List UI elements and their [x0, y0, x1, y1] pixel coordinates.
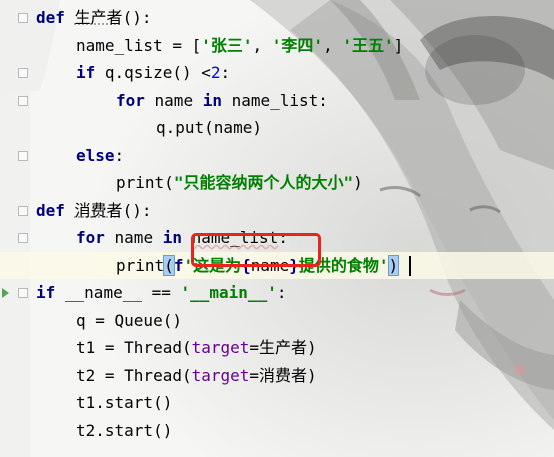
code-token: 生产者	[74, 8, 123, 27]
code-token: "只能容纳两个人的大小"	[173, 173, 354, 192]
fold-icon[interactable]	[18, 68, 28, 78]
code-line[interactable]: name_list = ['张三', '李四', '王五']	[0, 32, 554, 60]
code-token: q = Queue()	[76, 310, 182, 330]
code-line[interactable]: q.put(name)	[0, 114, 554, 142]
code-token: q.put(name)	[156, 118, 262, 137]
code-token: ():	[122, 200, 152, 220]
code-line[interactable]: for name in name_list:	[0, 87, 554, 115]
code-token: name_list:	[221, 90, 328, 110]
code-token: for	[116, 90, 145, 110]
code-token: ():	[122, 8, 152, 27]
code-line[interactable]: if q.qsize() <2:	[0, 59, 554, 87]
code-token: name	[144, 90, 203, 110]
code-token: (	[163, 254, 175, 276]
code-line-text: t2 = Thread(target=消费者)	[76, 362, 317, 390]
code-token: ]	[393, 35, 404, 55]
code-line[interactable]: t1.start()	[0, 389, 554, 417]
fold-icon[interactable]	[18, 233, 28, 243]
fold-icon[interactable]	[18, 288, 28, 298]
code-line[interactable]: def 生产者():	[0, 4, 554, 32]
code-token: f	[173, 255, 184, 275]
fold-icon[interactable]	[18, 150, 28, 161]
code-token: (	[164, 173, 174, 192]
code-editor[interactable]: def 生产者(): name_list = ['张三', '李四', '王五']…	[0, 0, 554, 457]
code-token: print	[116, 255, 165, 275]
code-line[interactable]: t2.start()	[0, 417, 554, 445]
annotation-highlight-box	[191, 233, 321, 267]
code-token: target	[191, 338, 250, 357]
code-line-text: q = Queue()	[76, 307, 182, 335]
code-token: =生产者)	[249, 338, 317, 357]
code-line-text: q.put(name)	[156, 114, 262, 142]
code-token: ,	[323, 35, 343, 55]
code-token: q.qsize() <	[95, 63, 211, 82]
code-line[interactable]: else:	[0, 142, 554, 170]
code-token: :	[220, 63, 231, 82]
code-token: t2.start()	[76, 420, 173, 440]
code-line-text: t1 = Thread(target=生产者)	[76, 334, 317, 362]
code-line[interactable]: t2 = Thread(target=消费者)	[0, 362, 554, 390]
fold-icon[interactable]	[18, 205, 28, 216]
code-token: t1.start()	[76, 393, 173, 412]
code-token: print	[116, 173, 165, 192]
code-line-text: t2.start()	[76, 417, 172, 445]
code-token: def	[36, 200, 65, 220]
fold-icon[interactable]	[18, 13, 28, 23]
code-line[interactable]: q = Queue()	[0, 307, 554, 335]
code-line-text: print("只能容纳两个人的大小")	[116, 169, 363, 197]
code-token: '__main__'	[180, 283, 277, 302]
code-token: in	[162, 228, 182, 247]
code-token: else	[76, 145, 115, 165]
code-token: ==	[141, 283, 181, 302]
code-token: =消费者)	[249, 365, 317, 385]
code-token: t1 = Thread(	[76, 338, 192, 357]
run-arrow-icon[interactable]	[2, 288, 9, 298]
code-line-text: name_list = ['张三', '李四', '王五']	[76, 32, 403, 60]
code-token: if	[36, 283, 56, 302]
code-token: )	[353, 173, 363, 192]
code-token: target	[191, 365, 250, 385]
code-line-text: t1.start()	[76, 389, 172, 417]
code-token: t2 = Thread(	[76, 365, 192, 385]
code-line-text: def 消费者():	[36, 197, 151, 225]
code-line[interactable]: if __name__ == '__main__':	[0, 279, 554, 307]
code-line-text: if q.qsize() <2:	[76, 59, 230, 87]
code-token: :	[276, 283, 287, 302]
code-token: in	[202, 90, 222, 110]
text-caret	[409, 255, 411, 276]
fold-icon[interactable]	[18, 95, 28, 106]
code-token: name	[104, 228, 163, 247]
code-token: )	[387, 254, 400, 276]
code-token: __name__	[64, 283, 142, 302]
code-token: ,	[252, 35, 272, 55]
code-token: '李四'	[271, 35, 324, 55]
code-token: 消费者	[74, 200, 123, 220]
code-token: '王五'	[342, 35, 394, 55]
code-token: for	[76, 228, 105, 247]
code-line[interactable]: t1 = Thread(target=生产者)	[0, 334, 554, 362]
code-token: name_list = [	[76, 35, 202, 55]
code-token: '张三'	[201, 35, 253, 55]
code-line-text: for name in name_list:	[116, 87, 328, 115]
code-token: 2	[210, 63, 221, 82]
code-line-text: if __name__ == '__main__':	[36, 279, 286, 307]
code-token: :	[114, 145, 125, 165]
code-token: if	[76, 63, 96, 82]
code-line[interactable]: def 消费者():	[0, 197, 554, 225]
code-line-text: def 生产者():	[36, 4, 151, 32]
code-line-text: else:	[76, 142, 124, 170]
code-line[interactable]: print("只能容纳两个人的大小")	[0, 169, 554, 197]
code-token: def	[36, 8, 65, 27]
